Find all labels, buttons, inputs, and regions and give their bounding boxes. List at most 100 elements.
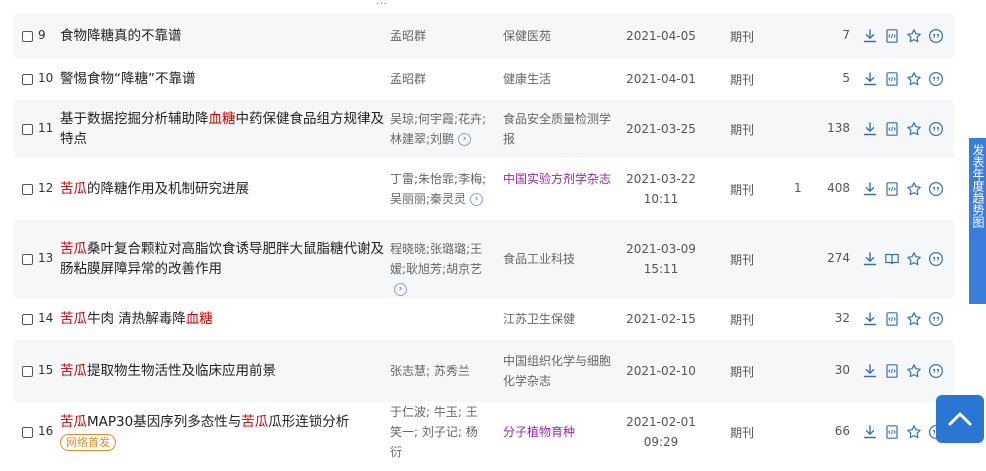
- row-index: 15: [38, 363, 54, 377]
- source-journal-link[interactable]: 分子植物育种: [503, 422, 615, 442]
- download-count: 66: [834, 424, 850, 438]
- html-read-icon[interactable]: [884, 311, 900, 327]
- table-row: 11 基于数据挖掘分析辅助降血糖中药保健食品组方规律及特点 吴琼;何宇霞;花卉;林建…: [14, 100, 954, 158]
- keyword-highlight: 苦瓜: [60, 363, 87, 379]
- download-icon[interactable]: [862, 251, 878, 267]
- row-checkbox[interactable]: [22, 74, 33, 85]
- authors[interactable]: 程晓晓;张璐璐;王嫒;耿旭芳;胡京艺 ›: [390, 239, 488, 299]
- title-text: 牛肉 清热解毒降: [87, 311, 186, 327]
- article-title-link[interactable]: 基于数据挖掘分析辅助降血糖中药保健食品组方规律及特点: [60, 109, 385, 149]
- date-text: 2021-04-05: [626, 29, 696, 43]
- download-icon[interactable]: [862, 28, 878, 44]
- authors[interactable]: 孟昭群: [390, 69, 488, 89]
- authors[interactable]: 于仁波; 牛玉; 王笑一; 刘子记; 杨衍: [390, 402, 488, 462]
- html-read-icon[interactable]: [884, 71, 900, 87]
- row-checkbox[interactable]: [22, 31, 33, 42]
- star-collect-icon[interactable]: [906, 424, 922, 440]
- download-icon[interactable]: [862, 181, 878, 197]
- star-collect-icon[interactable]: [906, 311, 922, 327]
- article-title-link[interactable]: 警惕食物“降糖”不靠谱: [60, 69, 385, 89]
- download-count: 138: [827, 121, 850, 135]
- source-journal-link[interactable]: 食品工业科技: [503, 249, 615, 269]
- row-checkbox[interactable]: [22, 124, 33, 135]
- html-read-icon[interactable]: [884, 28, 900, 44]
- html-read-icon[interactable]: [884, 181, 900, 197]
- keyword-highlight: 苦瓜: [60, 311, 87, 327]
- quote-cite-icon[interactable]: [928, 311, 944, 327]
- html-read-icon[interactable]: [884, 121, 900, 137]
- title-text: 基于数据挖掘分析辅助降: [60, 111, 209, 127]
- star-collect-icon[interactable]: [906, 251, 922, 267]
- html-read-icon[interactable]: [884, 363, 900, 379]
- quote-cite-icon[interactable]: [928, 251, 944, 267]
- row-checkbox[interactable]: [22, 314, 33, 325]
- article-title-link[interactable]: 苦瓜桑叶复合颗粒对高脂饮食诱导肥胖大鼠脂糖代谢及肠粘膜屏障异常的改善作用: [60, 239, 385, 279]
- title-text: 警惕食物“降糖”不靠谱: [60, 71, 196, 87]
- authors[interactable]: 吴琼;何宇霞;花卉;林建翠;刘鹏 ›: [390, 109, 488, 149]
- download-icon[interactable]: [862, 424, 878, 440]
- table-row: 16 苦瓜MAP30基因序列多态性与苦瓜瓜形连锁分析 网络首发 于仁波; 牛玉; 王笑…: [14, 402, 954, 462]
- row-checkbox[interactable]: [22, 184, 33, 195]
- row-checkbox[interactable]: [22, 254, 33, 265]
- database-type: 期刊: [730, 73, 755, 87]
- article-title-link[interactable]: 苦瓜牛肉 清热解毒降血糖: [60, 309, 385, 329]
- source-journal-link[interactable]: 江苏卫生保健: [503, 309, 615, 329]
- cited-count[interactable]: 1: [794, 181, 802, 195]
- expand-authors-icon[interactable]: ›: [470, 193, 484, 206]
- title-text: 食物降糖真的不靠谱: [60, 28, 182, 44]
- row-actions: [862, 28, 954, 44]
- publish-date: 2021-02-10: [619, 361, 703, 381]
- download-count: 30: [834, 363, 850, 377]
- expand-authors-icon[interactable]: ›: [458, 133, 472, 146]
- article-title-link[interactable]: 苦瓜的降糖作用及机制研究进展: [60, 179, 385, 199]
- publish-date: 2021-03-09 15:11: [619, 239, 703, 279]
- table-row: 9 食物降糖真的不靠谱 孟昭群 保健医苑 2021-04-05 期刊 7: [14, 14, 954, 58]
- publish-date: 2021-04-05: [619, 26, 703, 46]
- date-text: 2021-02-01: [626, 415, 696, 429]
- star-collect-icon[interactable]: [906, 71, 922, 87]
- authors[interactable]: 孟昭群: [390, 26, 488, 46]
- date-text: 2021-03-22: [626, 172, 696, 186]
- trend-chart-tab[interactable]: 发表年度趋势图: [969, 138, 986, 304]
- source-journal-link[interactable]: 中国组织化学与细胞化学杂志: [503, 351, 615, 391]
- download-icon[interactable]: [862, 121, 878, 137]
- quote-cite-icon[interactable]: [928, 181, 944, 197]
- star-collect-icon[interactable]: [906, 121, 922, 137]
- table-row: 15 苦瓜提取物生物活性及临床应用前景 张志慧; 苏秀兰 中国组织化学与细胞化学杂志 2…: [14, 340, 954, 402]
- row-index: 10: [38, 71, 54, 85]
- keyword-highlight: 苦瓜: [60, 241, 87, 257]
- quote-cite-icon[interactable]: [928, 121, 944, 137]
- keyword-highlight: 血糖: [208, 111, 236, 127]
- row-actions: [862, 121, 954, 137]
- download-icon[interactable]: [862, 363, 878, 379]
- html-read-icon[interactable]: [884, 424, 900, 440]
- quote-cite-icon[interactable]: [928, 71, 944, 87]
- row-checkbox[interactable]: [22, 427, 33, 438]
- download-icon[interactable]: [862, 311, 878, 327]
- article-title-link[interactable]: 苦瓜MAP30基因序列多态性与苦瓜瓜形连锁分析 网络首发: [60, 412, 385, 452]
- database-type: 期刊: [730, 30, 755, 44]
- star-collect-icon[interactable]: [906, 363, 922, 379]
- source-journal-link[interactable]: 中国实验方剂学杂志: [503, 169, 615, 189]
- row-checkbox[interactable]: [22, 366, 33, 377]
- download-icon[interactable]: [862, 71, 878, 87]
- article-title-link[interactable]: 食物降糖真的不靠谱: [60, 26, 385, 46]
- source-journal-link[interactable]: 食品安全质量检测学报: [503, 109, 615, 149]
- back-to-top-button[interactable]: [936, 395, 984, 443]
- source-journal-link[interactable]: 健康生活: [503, 69, 615, 89]
- time-text: 15:11: [643, 262, 679, 276]
- book-read-icon[interactable]: [884, 251, 900, 267]
- row-index: 12: [38, 181, 54, 195]
- authors[interactable]: 丁雷;朱怡霏;李梅;吴丽丽;秦灵灵 ›: [390, 169, 488, 209]
- source-journal-link[interactable]: 保健医苑: [503, 26, 615, 46]
- quote-cite-icon[interactable]: [928, 28, 944, 44]
- authors[interactable]: 张志慧; 苏秀兰: [390, 361, 488, 381]
- download-count: 7: [842, 28, 850, 42]
- expand-authors-icon[interactable]: ›: [394, 283, 407, 296]
- star-collect-icon[interactable]: [906, 28, 922, 44]
- row-index: 14: [38, 311, 54, 325]
- quote-cite-icon[interactable]: [928, 363, 944, 379]
- database-type: 期刊: [730, 253, 755, 267]
- star-collect-icon[interactable]: [906, 181, 922, 197]
- article-title-link[interactable]: 苦瓜提取物生物活性及临床应用前景: [60, 361, 385, 381]
